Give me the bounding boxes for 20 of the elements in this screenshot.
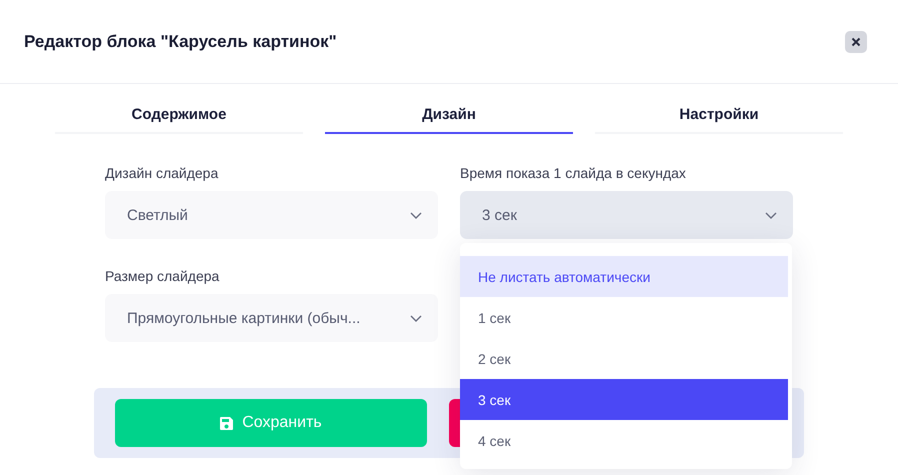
tab[interactable]: Содержимое (55, 102, 303, 134)
dropdown-option[interactable]: 3 сек (460, 379, 788, 420)
field-label: Дизайн слайдера (105, 165, 220, 181)
dialog-title: Редактор блока "Карусель картинок" (24, 32, 337, 52)
chevron-down-icon (410, 212, 422, 218)
field-label: Время показа 1 слайда в секундах (460, 165, 687, 181)
dropdown-option[interactable]: 2 сек (460, 338, 788, 379)
dropdown-option[interactable]: Не листать автоматически (460, 256, 788, 297)
dropdown-option[interactable]: 1 сек (460, 297, 788, 338)
chevron-down-icon (410, 314, 422, 322)
tab[interactable]: Настройки (595, 102, 843, 134)
close-button[interactable] (845, 30, 867, 52)
tab[interactable]: Дизайн (325, 102, 573, 134)
select-field[interactable]: Светлый (105, 191, 438, 239)
close-icon (851, 36, 861, 46)
select-field[interactable]: 3 сек (460, 191, 793, 239)
select-field[interactable]: Прямоугольные картинки (обыч... (105, 294, 438, 342)
chevron-down-icon (765, 212, 777, 218)
field-label: Размер слайдера (105, 268, 220, 284)
dropdown-option[interactable]: 4 сек (460, 420, 788, 461)
